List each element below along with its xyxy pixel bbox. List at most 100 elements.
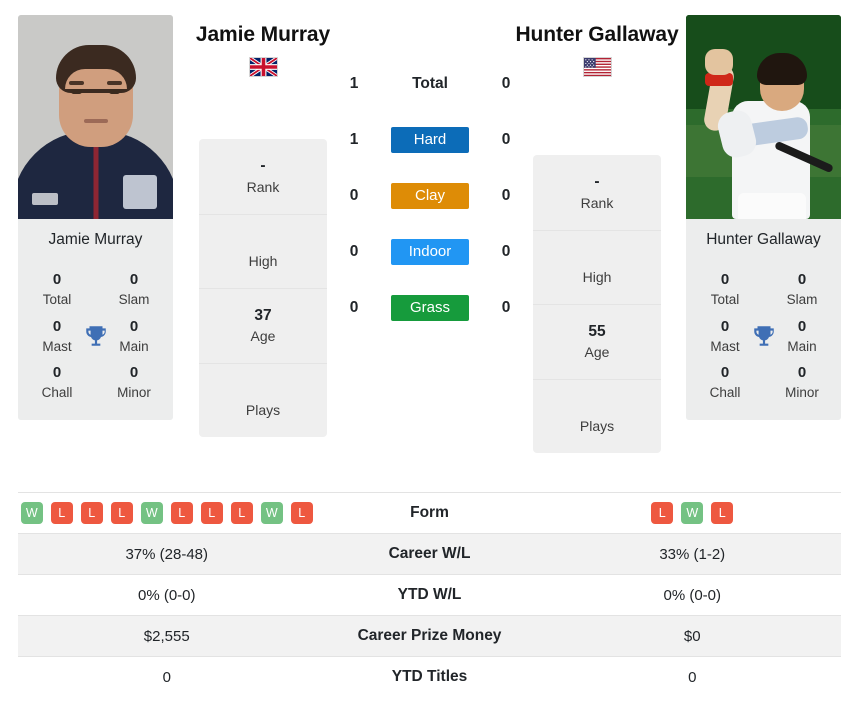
title-stat: 0 Chall [696,363,754,404]
surface-label-wrap: Clay [384,183,476,209]
player-name-left: Jamie Murray [195,23,331,46]
player-comparison-page: Jamie Murray 0 Total 0 Slam 0 Mast 0 Mai… [0,0,859,705]
info-value [203,380,323,400]
stat-label: Total [710,292,740,308]
player-name-right: Hunter Gallaway [515,23,679,46]
surface-left-count: 0 [349,187,359,204]
info-rank-right: - Rank [533,155,661,231]
form-badges-right: LWL [544,502,842,524]
form-badges-left: WLLLWLLLWL [18,502,316,524]
titles-row: 0 Chall 0 Minor [696,359,831,406]
surface-label-wrap: Total [384,75,476,93]
surface-left-count: 1 [349,75,359,92]
value-right: 33% (1-2) [659,545,726,563]
surface-row: 1 Total 0 [340,56,520,112]
form-badge-loss: L [80,502,103,524]
surface-label-wrap: Grass [384,295,476,321]
form-badge-loss: L [200,502,223,524]
title-stat: 0 Total [28,270,86,311]
info-label: Rank [580,194,614,211]
stat-label: Minor [117,385,151,401]
title-stat: 0 Mast [696,317,754,358]
title-stat: 0 Minor [773,363,831,404]
form-badge-loss: L [230,502,253,524]
comparison-header-section: Jamie Murray 0 Total 0 Slam 0 Mast 0 Mai… [0,0,859,487]
stat-label: Mast [42,338,72,354]
surface-row: 0 Clay 0 [340,168,520,224]
form-badge-win: W [260,502,283,524]
titles-panel-right: 0 Total 0 Slam 0 Mast 0 Main 0 Chall 0 M… [686,264,841,420]
info-label: Plays [579,418,615,435]
surface-row: 0 Indoor 0 [340,224,520,280]
row-label: Career Prize Money [357,627,502,644]
surface-right-count: 0 [501,187,511,204]
surface-badge-hard[interactable]: Hard [391,127,469,153]
info-label: Age [584,344,610,361]
form-badge-loss: L [711,502,734,524]
table-row-career-wl: 37% (28-48) Career W/L 33% (1-2) [18,533,841,574]
stat-value: 0 [129,271,139,289]
stat-label: Chall [41,385,73,401]
info-value: - [594,173,600,190]
surface-row: 0 Grass 0 [340,280,520,336]
stat-value: 0 [720,364,730,382]
surface-titles-comparison: 1 Total 0 1 Hard 0 0 Clay 0 0 Indoor 0 0… [340,56,520,336]
surface-badge-grass[interactable]: Grass [391,295,469,321]
info-value: - [260,157,266,174]
form-left: WLLLWLLLWL [18,502,316,524]
surface-right-count: 0 [501,243,511,260]
surface-badge-clay[interactable]: Clay [391,183,469,209]
trophy-icon [753,326,774,346]
player-name-block-left: Jamie Murray [168,22,358,77]
player-card-left[interactable]: Jamie Murray 0 Total 0 Slam 0 Mast 0 Mai… [18,15,173,420]
table-row-ytd-wl: 0% (0-0) YTD W/L 0% (0-0) [18,574,841,615]
info-high-right: High [533,231,661,305]
form-badge-loss: L [651,502,674,524]
title-stat: 0 Main [773,317,831,358]
title-stat: 0 Main [105,317,163,358]
surface-label-wrap: Indoor [384,239,476,265]
player-photo-right [686,15,841,219]
surface-label-total: Total [412,75,448,92]
stat-label: Chall [709,385,741,401]
info-value [537,396,657,416]
stat-label: Slam [786,292,818,308]
us-flag-icon [582,56,612,77]
stat-label: Slam [118,292,150,308]
value-right: $0 [683,627,701,645]
table-row-form: WLLLWLLLWL Form LWL [18,492,841,533]
value-left: 0% (0-0) [137,586,196,604]
player-card-right[interactable]: Hunter Gallaway 0 Total 0 Slam 0 Mast 0 … [686,15,841,420]
info-value: 37 [254,306,272,324]
info-age-right: 55 Age [533,305,661,381]
surface-left-count: 1 [349,131,359,148]
stat-value: 0 [797,364,807,382]
value-left: $2,555 [143,627,190,645]
table-row-ytd-titles: 0 YTD Titles 0 [18,656,841,697]
title-stat: 0 Slam [773,270,831,311]
player-name-block-right: Hunter Gallaway [502,22,692,77]
info-age-left: 37 Age [199,289,327,365]
form-badge-win: W [20,502,43,524]
surface-row: 1 Hard 0 [340,112,520,168]
info-label: High [248,252,278,269]
title-stat: 0 Slam [105,270,163,311]
info-rank-left: - Rank [199,139,327,215]
info-high-left: High [199,215,327,289]
table-row-career-prize-money: $2,555 Career Prize Money $0 [18,615,841,656]
title-stat: 0 Minor [105,363,163,404]
surface-badge-indoor[interactable]: Indoor [391,239,469,265]
form-badge-win: W [140,502,163,524]
form-right: LWL [544,502,842,524]
player-photo-left [18,15,173,219]
player-info-card-right: - Rank High 55 Age Plays [533,155,661,454]
stat-value: 0 [129,317,139,335]
value-left: 37% (28-48) [125,545,209,563]
row-label: Form [410,504,449,521]
stat-label: Minor [785,385,819,401]
info-label: High [582,268,612,285]
stat-value: 0 [52,271,62,289]
titles-row: 0 Mast 0 Main [696,313,831,360]
row-label: YTD W/L [397,586,462,603]
stat-value: 0 [129,364,139,382]
